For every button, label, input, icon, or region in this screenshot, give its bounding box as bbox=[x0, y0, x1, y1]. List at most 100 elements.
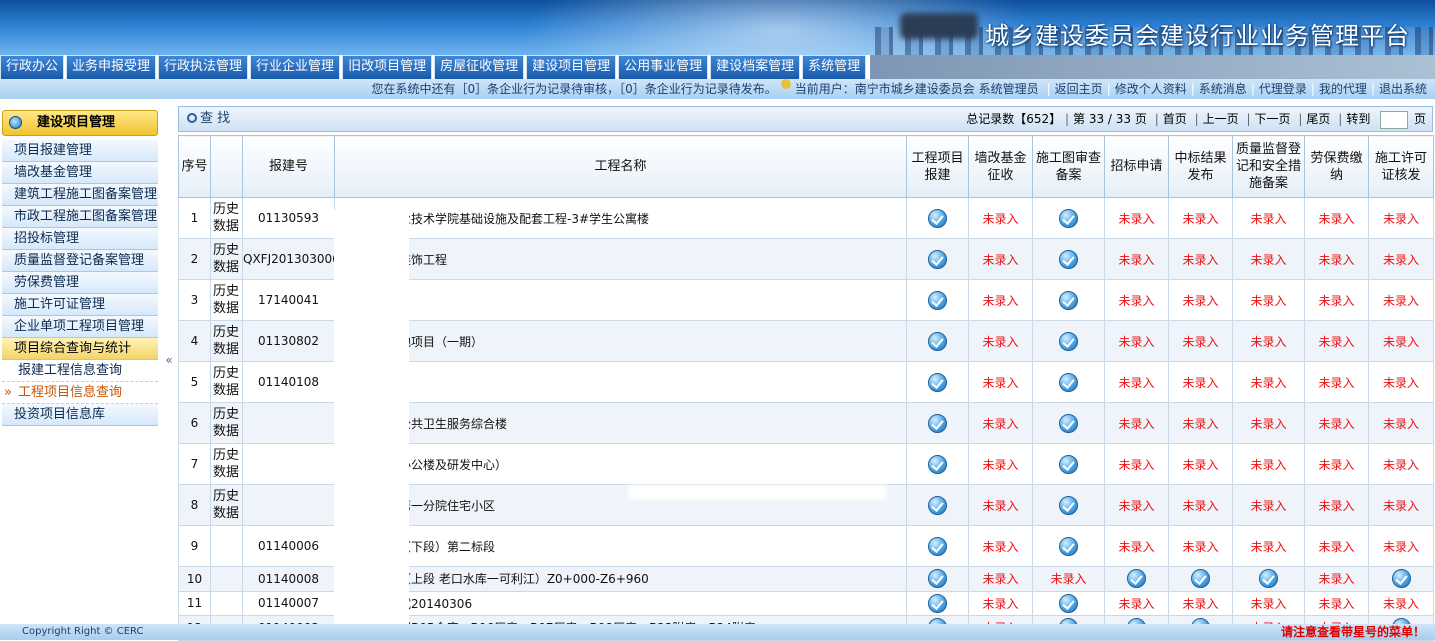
status-cell[interactable]: 未录入 bbox=[1368, 525, 1434, 567]
project-name[interactable]: 交通装备基地项目（一期） bbox=[334, 320, 907, 362]
project-name[interactable]: 广西交通职业技术学院基础设施及配套工程-3#学生公寓楼 bbox=[334, 197, 907, 239]
status-cell[interactable]: 未录入 bbox=[968, 402, 1033, 444]
nav-item[interactable]: 公用事业管理 bbox=[618, 55, 709, 79]
search-button[interactable]: 查 找 bbox=[187, 107, 230, 131]
check-icon[interactable] bbox=[928, 413, 947, 433]
status-cell[interactable]: 未录入 bbox=[1104, 525, 1169, 567]
status-cell[interactable]: 未录入 bbox=[1304, 484, 1369, 526]
status-cell[interactable]: 未录入 bbox=[1304, 197, 1369, 239]
not-entered-label[interactable]: 未录入 bbox=[982, 376, 1018, 390]
not-entered-label[interactable]: 未录入 bbox=[1118, 294, 1154, 308]
not-entered-label[interactable]: 未录入 bbox=[1318, 572, 1354, 586]
not-entered-label[interactable]: 未录入 bbox=[1383, 376, 1419, 390]
status-cell[interactable] bbox=[906, 566, 969, 592]
not-entered-label[interactable]: 未录入 bbox=[1182, 294, 1218, 308]
status-cell[interactable]: 未录入 bbox=[1304, 590, 1369, 616]
status-cell[interactable]: 未录入 bbox=[1304, 320, 1369, 362]
status-cell[interactable]: 未录入 bbox=[1368, 279, 1434, 321]
status-cell[interactable]: 未录入 bbox=[1168, 197, 1233, 239]
status-cell[interactable]: 未录入 bbox=[1304, 402, 1369, 444]
check-icon[interactable] bbox=[1127, 569, 1146, 589]
status-cell[interactable] bbox=[1032, 590, 1105, 616]
status-cell[interactable]: 未录入 bbox=[968, 525, 1033, 567]
status-cell[interactable]: 未录入 bbox=[1232, 443, 1305, 485]
status-cell[interactable] bbox=[1032, 484, 1105, 526]
check-icon[interactable] bbox=[1059, 249, 1078, 269]
sidebar-item[interactable]: 建筑工程施工图备案管理 bbox=[2, 184, 158, 206]
status-cell[interactable]: 未录入 bbox=[968, 197, 1033, 239]
check-icon[interactable] bbox=[928, 569, 947, 589]
not-entered-label[interactable]: 未录入 bbox=[1318, 540, 1354, 554]
sidebar-item[interactable]: 劳保费管理 bbox=[2, 272, 158, 294]
not-entered-label[interactable]: 未录入 bbox=[1250, 294, 1286, 308]
status-cell[interactable]: 未录入 bbox=[968, 361, 1033, 403]
check-icon[interactable] bbox=[1059, 372, 1078, 392]
status-cell[interactable]: 未录入 bbox=[1104, 484, 1169, 526]
status-cell[interactable] bbox=[1032, 402, 1105, 444]
project-name[interactable]: 报建联合测试20140306 bbox=[334, 590, 907, 616]
not-entered-label[interactable]: 未录入 bbox=[1118, 597, 1154, 611]
not-entered-label[interactable]: 未录入 bbox=[1250, 335, 1286, 349]
status-cell[interactable]: 未录入 bbox=[1232, 320, 1305, 362]
check-icon[interactable] bbox=[928, 290, 947, 310]
not-entered-label[interactable]: 未录入 bbox=[1383, 212, 1419, 226]
next-page-link[interactable]: 下一页 bbox=[1255, 112, 1291, 126]
check-icon[interactable] bbox=[1059, 495, 1078, 515]
check-icon[interactable] bbox=[1191, 569, 1210, 589]
nav-item[interactable]: 旧改项目管理 bbox=[342, 55, 433, 79]
not-entered-label[interactable]: 未录入 bbox=[1050, 572, 1086, 586]
check-icon[interactable] bbox=[928, 249, 947, 269]
status-cell[interactable]: 未录入 bbox=[1104, 361, 1169, 403]
check-icon[interactable] bbox=[928, 208, 947, 228]
not-entered-label[interactable]: 未录入 bbox=[1318, 253, 1354, 267]
check-icon[interactable] bbox=[1059, 331, 1078, 351]
not-entered-label[interactable]: 未录入 bbox=[982, 540, 1018, 554]
status-cell[interactable]: 未录入 bbox=[1168, 484, 1233, 526]
status-cell[interactable] bbox=[906, 361, 969, 403]
status-cell[interactable]: 未录入 bbox=[1368, 320, 1434, 362]
status-cell[interactable]: 未录入 bbox=[968, 484, 1033, 526]
status-cell[interactable]: 未录入 bbox=[1032, 566, 1105, 592]
not-entered-label[interactable]: 未录入 bbox=[1383, 294, 1419, 308]
not-entered-label[interactable]: 未录入 bbox=[1182, 499, 1218, 513]
not-entered-label[interactable]: 未录入 bbox=[1318, 499, 1354, 513]
status-cell[interactable] bbox=[906, 525, 969, 567]
info-link[interactable]: 我的代理 bbox=[1319, 82, 1367, 96]
not-entered-label[interactable]: 未录入 bbox=[982, 572, 1018, 586]
status-cell[interactable] bbox=[1032, 279, 1105, 321]
prev-page-link[interactable]: 上一页 bbox=[1203, 112, 1239, 126]
status-cell[interactable]: 未录入 bbox=[1232, 590, 1305, 616]
status-cell[interactable]: 未录入 bbox=[968, 566, 1033, 592]
not-entered-label[interactable]: 未录入 bbox=[1182, 253, 1218, 267]
sidebar-item[interactable]: 投资项目信息库 bbox=[2, 404, 158, 426]
status-cell[interactable]: 未录入 bbox=[968, 443, 1033, 485]
sidebar-item[interactable]: 招投标管理 bbox=[2, 228, 158, 250]
status-cell[interactable]: 未录入 bbox=[968, 320, 1033, 362]
check-icon[interactable] bbox=[1391, 569, 1411, 589]
status-cell[interactable] bbox=[906, 590, 969, 616]
nav-item[interactable]: 建设项目管理 bbox=[526, 55, 617, 79]
not-entered-label[interactable]: 未录入 bbox=[1318, 294, 1354, 308]
project-name[interactable]: 商务楼外墙装饰工程 bbox=[334, 238, 907, 280]
nav-item[interactable]: 行政执法管理 bbox=[158, 55, 249, 79]
status-cell[interactable] bbox=[906, 443, 969, 485]
status-cell[interactable]: 未录入 bbox=[1168, 525, 1233, 567]
project-name[interactable]: 建设项目（办公楼及研发中心） bbox=[334, 443, 907, 485]
status-cell[interactable]: 未录入 bbox=[1304, 525, 1369, 567]
status-cell[interactable]: 未录入 bbox=[1368, 197, 1434, 239]
status-cell[interactable] bbox=[906, 484, 969, 526]
not-entered-label[interactable]: 未录入 bbox=[1182, 212, 1218, 226]
status-cell[interactable] bbox=[1032, 320, 1105, 362]
sidebar-item[interactable]: 报建工程信息查询 bbox=[2, 360, 158, 382]
status-cell[interactable]: 未录入 bbox=[1104, 197, 1169, 239]
nav-item[interactable]: 建设档案管理 bbox=[710, 55, 801, 79]
not-entered-label[interactable]: 未录入 bbox=[1318, 458, 1354, 472]
status-cell[interactable]: 未录入 bbox=[1168, 238, 1233, 280]
status-cell[interactable]: 未录入 bbox=[1168, 590, 1233, 616]
status-cell[interactable] bbox=[1104, 566, 1169, 592]
info-link[interactable]: 系统消息 bbox=[1199, 82, 1247, 96]
nav-item[interactable]: 房屋征收管理 bbox=[434, 55, 525, 79]
status-cell[interactable]: 未录入 bbox=[1168, 320, 1233, 362]
not-entered-label[interactable]: 未录入 bbox=[1250, 499, 1286, 513]
not-entered-label[interactable]: 未录入 bbox=[982, 499, 1018, 513]
